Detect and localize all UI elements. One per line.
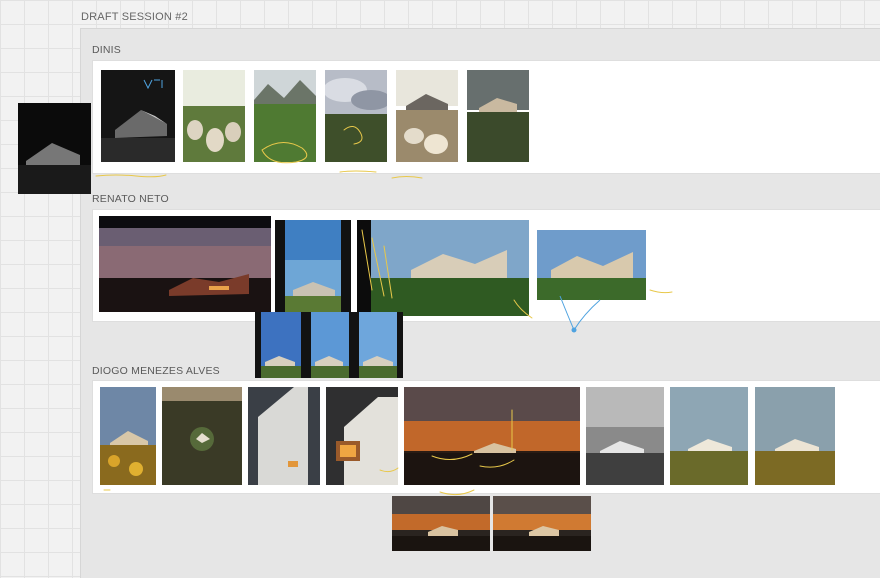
image-diogo-9-dusk-a[interactable] xyxy=(392,496,490,551)
image-dinis-5-flock[interactable] xyxy=(396,70,458,162)
image-diogo-10-dusk-b[interactable] xyxy=(493,496,591,551)
image-diogo-2-aerial[interactable] xyxy=(162,387,242,485)
image-diogo-6-monochrome[interactable] xyxy=(586,387,664,485)
image-diogo-4-facade[interactable] xyxy=(326,387,398,485)
session-title: DRAFT SESSION #2 xyxy=(81,11,188,23)
image-renato-1-sunset[interactable] xyxy=(99,216,271,312)
image-diogo-1-flowers[interactable] xyxy=(100,387,156,485)
image-renato-2-blue-sky[interactable] xyxy=(275,220,351,312)
image-diogo-7-pale-sky[interactable] xyxy=(670,387,748,485)
image-dinis-4-clouds[interactable] xyxy=(325,70,387,162)
image-diogo-3-white-wall[interactable] xyxy=(248,387,320,485)
image-dinis-2-sheep[interactable] xyxy=(183,70,245,162)
image-diogo-8-golden-field[interactable] xyxy=(755,387,835,485)
image-diogo-5-orange-sunset[interactable] xyxy=(404,387,580,485)
section-label-dinis: DINIS xyxy=(92,44,122,56)
image-dinis-6-dusk[interactable] xyxy=(467,70,529,162)
image-dinis-1[interactable] xyxy=(101,70,175,162)
image-renato-5-blue-a[interactable] xyxy=(255,312,305,378)
image-renato-4-house[interactable] xyxy=(537,230,646,300)
canvas-image-dark-house[interactable] xyxy=(18,103,91,194)
image-renato-7-blue-c[interactable] xyxy=(353,312,403,378)
image-renato-3-garden[interactable] xyxy=(357,220,529,316)
section-label-renato-neto: RENATO NETO xyxy=(92,193,169,205)
section-label-diogo-menezes-alves: DIOGO MENEZES ALVES xyxy=(92,365,220,377)
image-renato-6-blue-b[interactable] xyxy=(305,312,353,378)
image-dinis-3-field[interactable] xyxy=(254,70,316,162)
